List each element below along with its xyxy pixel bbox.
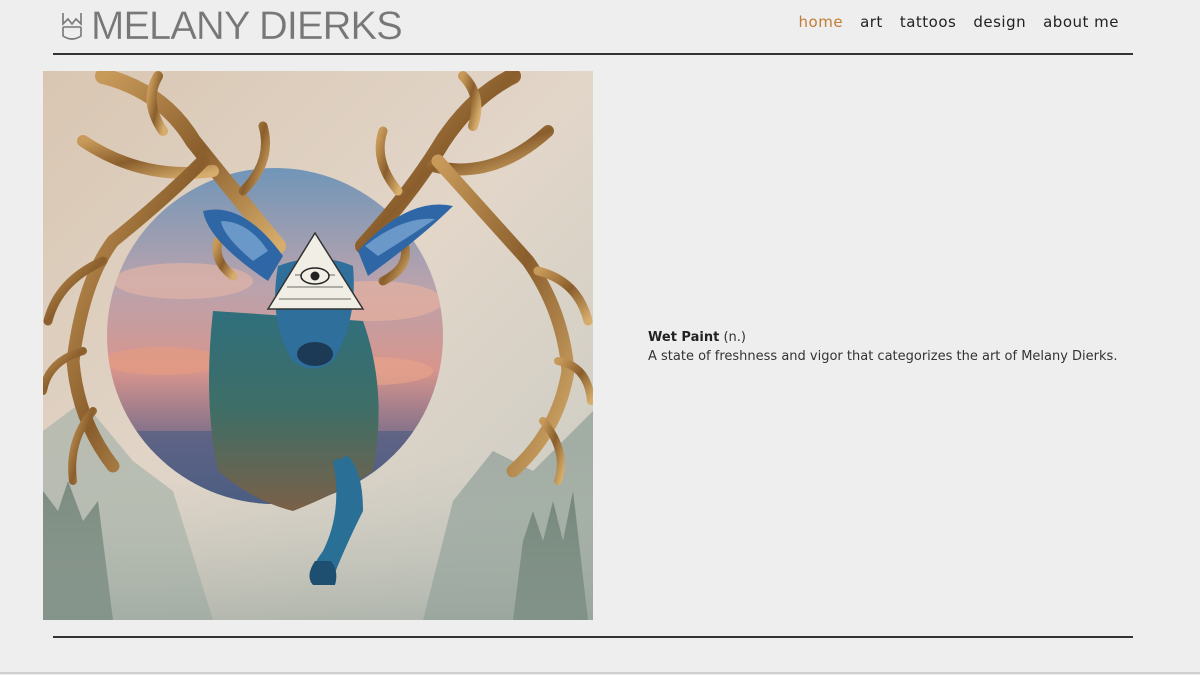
- nav-item-tattoos[interactable]: tattoos: [900, 13, 957, 31]
- featured-artwork: [43, 71, 593, 620]
- definition-text: A state of freshness and vigor that cate…: [648, 349, 1118, 364]
- nav-item-home[interactable]: home: [799, 13, 844, 31]
- definition-term: Wet Paint: [648, 330, 720, 345]
- nav-item-design[interactable]: design: [973, 13, 1026, 31]
- main-nav: home art tattoos design about me: [799, 13, 1119, 31]
- page: MELANY DIERKS home art tattoos design ab…: [0, 0, 1200, 675]
- page-bottom-edge: [0, 672, 1200, 674]
- site-definition: Wet Paint (n.) A state of freshness and …: [648, 328, 1128, 366]
- definition-part-of-speech: (n.): [719, 330, 746, 345]
- nav-item-about-me[interactable]: about me: [1043, 13, 1119, 31]
- site-logo[interactable]: MELANY DIERKS: [61, 4, 403, 48]
- md-monogram-icon: [62, 13, 82, 40]
- definition-heading: Wet Paint (n.): [648, 328, 1128, 347]
- logo-text: MELANY DIERKS: [91, 4, 403, 48]
- footer-divider: [53, 636, 1133, 638]
- nav-item-art[interactable]: art: [860, 13, 883, 31]
- site-header: MELANY DIERKS home art tattoos design ab…: [53, 0, 1133, 55]
